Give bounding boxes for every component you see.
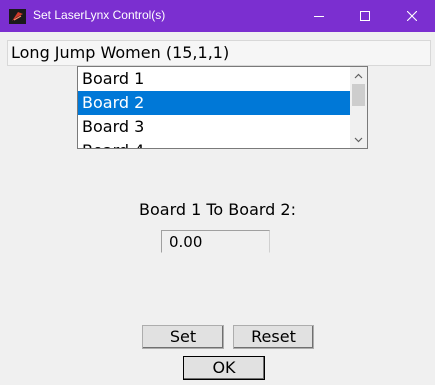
board-list: Board 1 Board 2 Board 3 Board 4 (78, 67, 350, 148)
maximize-button[interactable] (342, 0, 388, 32)
distance-value: 0.00 (169, 233, 203, 251)
board-list-item[interactable]: Board 4 (78, 139, 350, 148)
board-range-label: Board 1 To Board 2: (139, 200, 296, 219)
minimize-icon (314, 16, 324, 17)
listbox-scrollbar[interactable] (350, 67, 367, 148)
maximize-icon (360, 11, 370, 21)
close-button[interactable] (389, 0, 435, 32)
distance-value-field: 0.00 (161, 230, 270, 253)
event-header: Long Jump Women (15,1,1) (7, 40, 431, 66)
scroll-down-button[interactable] (350, 131, 367, 148)
event-label: Long Jump Women (15,1,1) (11, 43, 230, 62)
scroll-up-button[interactable] (350, 67, 367, 84)
board-listbox[interactable]: Board 1 Board 2 Board 3 Board 4 (77, 66, 368, 149)
scroll-thumb[interactable] (352, 84, 365, 106)
reset-button[interactable]: Reset (233, 325, 314, 349)
title-bar[interactable]: Set LaserLynx Control(s) (0, 0, 435, 32)
chevron-down-icon (354, 137, 363, 142)
board-list-item[interactable]: Board 3 (78, 115, 350, 139)
minimize-button[interactable] (296, 0, 342, 32)
ok-button[interactable]: OK (183, 356, 265, 380)
chevron-up-icon (354, 73, 363, 78)
laserlynx-dialog: Set LaserLynx Control(s) Long Jump Women… (0, 0, 435, 385)
board-list-item-selected[interactable]: Board 2 (78, 91, 350, 115)
board-list-item[interactable]: Board 1 (78, 67, 350, 91)
window-title: Set LaserLynx Control(s) (33, 8, 166, 22)
set-button[interactable]: Set (142, 325, 224, 349)
laserlynx-app-icon (9, 9, 26, 24)
close-icon (407, 11, 417, 21)
